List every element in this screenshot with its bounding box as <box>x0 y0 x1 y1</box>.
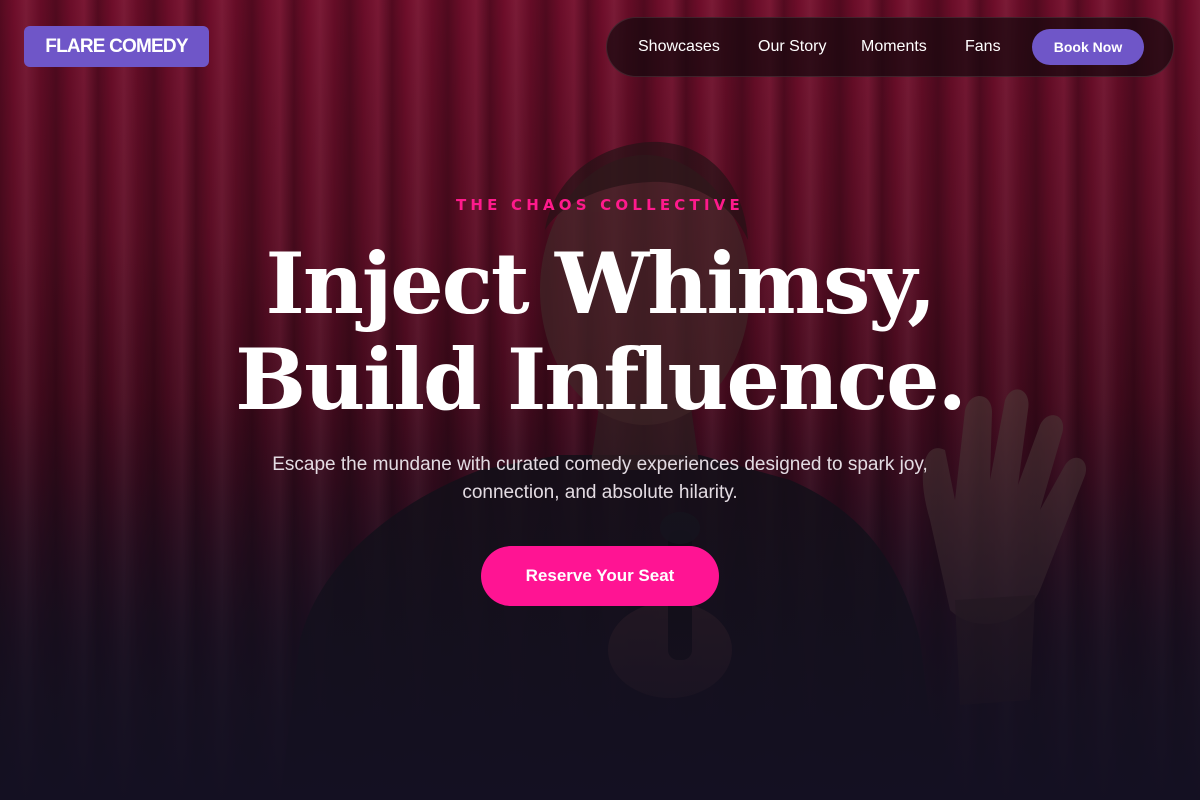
headline-line-1: Inject Whimsy, <box>265 234 937 333</box>
hero-section: FLARE COMEDY Showcases Our Story Moments… <box>0 0 1200 800</box>
nav-link-moments[interactable]: Moments <box>861 18 927 76</box>
main-nav: Showcases Our Story Moments Fans Book No… <box>606 17 1174 77</box>
headline-line-2: Build Influence. <box>235 330 967 429</box>
book-now-button[interactable]: Book Now <box>1032 29 1144 65</box>
hero-eyebrow: THE CHAOS COLLECTIVE <box>455 196 744 214</box>
nav-link-fans[interactable]: Fans <box>965 18 1001 76</box>
nav-link-our-story[interactable]: Our Story <box>758 18 826 76</box>
hero-subtext: Escape the mundane with curated comedy e… <box>272 454 928 503</box>
reserve-seat-button[interactable]: Reserve Your Seat <box>481 546 719 606</box>
nav-link-showcases[interactable]: Showcases <box>638 18 720 76</box>
brand-logo[interactable]: FLARE COMEDY <box>24 26 209 67</box>
hero-headline: Inject Whimsy, Build Influence. <box>0 236 1200 428</box>
